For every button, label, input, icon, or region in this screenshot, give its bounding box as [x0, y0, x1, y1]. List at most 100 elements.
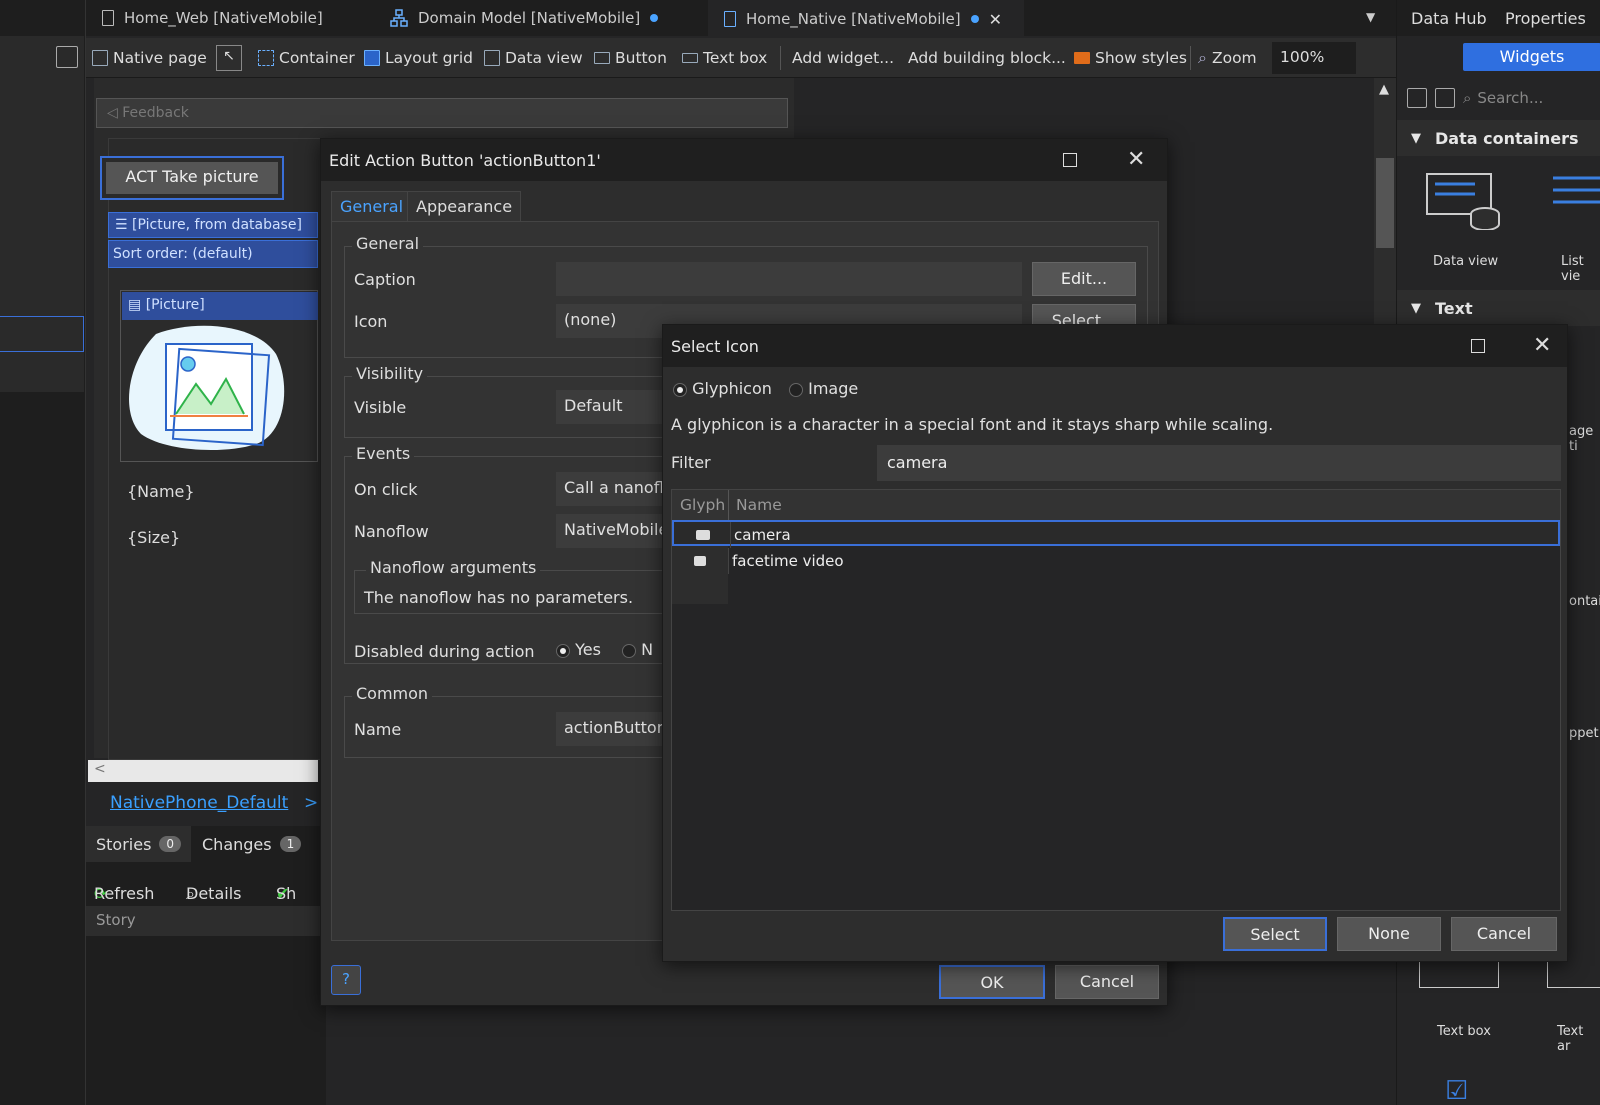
add-widget-button[interactable]: Add widget...	[792, 38, 894, 78]
story-column-header[interactable]: Story	[86, 906, 326, 936]
list-view-header[interactable]: ☰ [Picture, from database]	[108, 212, 318, 238]
select-button[interactable]: Select	[1223, 917, 1327, 951]
text-box-icon	[682, 53, 698, 63]
select-icon-dialog: Select Icon ✕ Glyphicon Image A glyphico…	[662, 324, 1568, 962]
widgets-tab-button[interactable]: Widgets	[1463, 43, 1600, 71]
scroll-up-icon[interactable]: ▲	[1379, 82, 1389, 97]
css-icon	[1074, 52, 1090, 64]
data-view-widget-icon[interactable]	[1425, 170, 1501, 230]
tab-home-web[interactable]: Home_Web [NativeMobile]	[86, 0, 370, 36]
data-view-widget-label: Data view	[1433, 254, 1499, 269]
data-view-button[interactable]: Data view	[484, 38, 583, 78]
edit-caption-button[interactable]: Edit...	[1032, 262, 1136, 296]
check-box-widget-icon[interactable]: ☑	[1445, 1076, 1468, 1105]
tab-stories[interactable]: Stories 0	[86, 826, 192, 862]
picture-header[interactable]: ▤ [Picture]	[122, 292, 318, 320]
image-radio[interactable]: Image	[789, 379, 858, 398]
zoom-magnifier-icon: ⌕	[1198, 48, 1207, 67]
glyph-row-camera[interactable]: camera	[672, 520, 1560, 548]
name-label: Name	[354, 720, 402, 739]
list-view-widget-icon[interactable]	[1549, 170, 1600, 230]
visible-label: Visible	[354, 398, 407, 417]
action-button-widget[interactable]: ACT Take picture	[100, 156, 284, 200]
filter-input[interactable]: camera	[877, 445, 1561, 481]
select-tool-button[interactable]: ↖	[216, 38, 242, 78]
column-divider	[730, 522, 731, 548]
show-label: Sh	[276, 884, 297, 903]
widget-search-input[interactable]: Search...	[1477, 89, 1543, 107]
data-containers-section[interactable]: ▼ Data containers	[1397, 120, 1600, 156]
ok-button[interactable]: OK	[939, 965, 1045, 999]
section-label: Text	[1435, 298, 1473, 318]
disabled-yes-radio[interactable]: Yes	[556, 640, 601, 659]
zoom-button[interactable]: ⌕ Zoom	[1198, 38, 1257, 78]
container-button[interactable]: Container	[258, 38, 355, 78]
collapse-panel-icon[interactable]	[56, 46, 78, 68]
text-box-button[interactable]: Text box	[682, 38, 767, 78]
events-group-label: Events	[352, 444, 415, 463]
maximize-icon[interactable]	[1471, 339, 1485, 353]
dialog-title: Select Icon	[671, 337, 759, 356]
name-attribute[interactable]: {Name}	[127, 482, 195, 501]
container-widget-label: ontair	[1569, 594, 1600, 609]
scroll-left-icon[interactable]: <	[94, 761, 106, 777]
nanoflow-label: Nanoflow	[354, 522, 429, 541]
expand-all-icon[interactable]	[1435, 88, 1455, 108]
camera-icon	[696, 530, 710, 540]
page-editor-toolbar: Native page ↖ Container Layout grid Data…	[86, 38, 1396, 78]
button-widget-button[interactable]: Button	[594, 38, 667, 78]
tab-overflow-chevron-icon[interactable]: ▼	[1366, 10, 1375, 24]
tab-home-native[interactable]: Home_Native [NativeMobile] ✕	[708, 0, 1024, 36]
tab-general[interactable]: General	[331, 191, 413, 221]
section-label: Data containers	[1435, 128, 1579, 148]
glyph-column-header[interactable]: Glyph	[680, 496, 725, 514]
name-column-header[interactable]: Name	[736, 496, 782, 514]
details-label: Details	[186, 884, 242, 903]
show-styles-button[interactable]: Show styles	[1074, 38, 1187, 78]
tab-properties[interactable]: Properties	[1505, 9, 1586, 28]
caption-field[interactable]	[556, 262, 1022, 296]
layout-grid-button[interactable]: Layout grid	[364, 38, 473, 78]
maximize-icon[interactable]	[1063, 153, 1077, 167]
column-divider[interactable]	[728, 490, 729, 520]
bottom-pane: Stories 0 Changes 1 ⟳ Refresh ⌕ Details …	[86, 826, 326, 1105]
text-section[interactable]: ▼ Text	[1397, 290, 1600, 326]
tab-appearance[interactable]: Appearance	[407, 191, 522, 221]
cancel-button[interactable]: Cancel	[1055, 965, 1159, 999]
disabled-no-radio[interactable]: N	[622, 640, 653, 659]
cancel-button[interactable]: Cancel	[1451, 917, 1557, 951]
image-placeholder-icon	[129, 325, 285, 450]
add-building-block-button[interactable]: Add building block...	[908, 38, 1066, 78]
close-icon[interactable]: ✕	[1533, 333, 1551, 358]
zoom-input[interactable]: 100%	[1272, 42, 1356, 74]
feedback-widget[interactable]: ◁ Feedback	[96, 98, 788, 128]
page-icon	[92, 50, 108, 66]
canvas-horizontal-scrollbar[interactable]: <	[88, 760, 318, 782]
native-page-button[interactable]: Native page	[92, 38, 207, 78]
scroll-thumb[interactable]	[1376, 158, 1394, 248]
close-icon[interactable]: ✕	[1127, 147, 1145, 172]
layout-breadcrumb-link[interactable]: NativePhone_Default	[110, 793, 288, 813]
glyphicon-radio[interactable]: Glyphicon	[673, 379, 772, 398]
snippet-widget-label: ppet	[1569, 726, 1599, 741]
tab-changes[interactable]: Changes 1	[192, 826, 311, 862]
list-view-widget-label: List vie	[1561, 254, 1584, 284]
changes-count-badge: 1	[279, 836, 302, 852]
size-attribute[interactable]: {Size}	[127, 528, 180, 547]
pointer-icon: ↖	[216, 45, 242, 71]
disabled-during-action-label: Disabled during action	[354, 642, 535, 661]
help-icon[interactable]: ?	[331, 965, 361, 995]
tab-data-hub[interactable]: Data Hub	[1411, 9, 1487, 28]
tab-domain-model[interactable]: Domain Model [NativeMobile]	[374, 0, 704, 36]
close-tab-icon[interactable]: ✕	[989, 10, 1002, 29]
collapse-all-icon[interactable]	[1407, 88, 1427, 108]
container-icon	[258, 50, 274, 66]
tab-label: Domain Model [NativeMobile]	[418, 9, 641, 27]
none-button[interactable]: None	[1337, 917, 1441, 951]
left-sidebar-selected-item[interactable]	[0, 316, 84, 352]
grid-header: Glyph Name	[672, 490, 1560, 520]
glyph-row-facetime-video[interactable]: facetime video	[672, 548, 1560, 574]
nanoflow-arguments-label: Nanoflow arguments	[366, 558, 541, 577]
button-icon	[594, 52, 610, 64]
data-view-icon	[484, 50, 500, 66]
